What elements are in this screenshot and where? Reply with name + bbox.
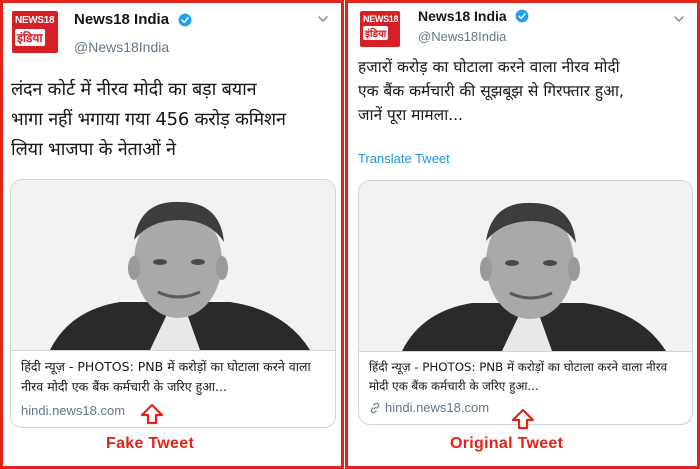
link-icon — [370, 402, 380, 413]
original-tweet-caption: Original Tweet — [450, 435, 564, 452]
translate-tweet-link[interactable]: Translate Tweet — [358, 151, 450, 166]
tweet-text: हजारों करोड़ का घोटाला करने वाला नीरव मो… — [358, 58, 624, 124]
card-image — [359, 181, 692, 351]
link-preview-card[interactable]: हिंदी न्यूज़ - PHOTOS: PNB में करोड़ों क… — [358, 180, 693, 425]
author-block: News18 India @News18India — [418, 7, 529, 44]
card-domain-text: hindi.news18.com — [21, 403, 126, 418]
card-body: हिंदी न्यूज़ - PHOTOS: PNB में करोड़ों क… — [11, 350, 335, 427]
chevron-down-icon[interactable] — [673, 13, 685, 25]
news18-india-avatar[interactable]: NEWS18 इंडिया — [360, 11, 400, 47]
author-handle[interactable]: @News18India — [74, 39, 192, 55]
author-block: News18 India @News18India — [74, 11, 192, 55]
card-image — [11, 180, 335, 350]
up-arrow-icon — [511, 408, 535, 430]
logo-text-line2: इंडिया — [363, 26, 389, 40]
author-name[interactable]: News18 India — [74, 11, 169, 28]
tweet-header: NEWS18 इंडिया News18 India @News18India — [12, 9, 331, 57]
link-preview-card[interactable]: हिंदी न्यूज़ - PHOTOS: PNB में करोड़ों क… — [10, 179, 336, 428]
card-domain-text: hindi.news18.com — [385, 400, 490, 415]
card-title: हिंदी न्यूज़ - PHOTOS: PNB में करोड़ों क… — [21, 359, 311, 394]
original-tweet-panel: NEWS18 इंडिया News18 India @News18India … — [345, 0, 700, 469]
author-handle[interactable]: @News18India — [418, 29, 529, 44]
logo-text-line1: NEWS18 — [363, 14, 399, 24]
author-name[interactable]: News18 India — [418, 8, 507, 24]
tweet-header: NEWS18 इंडिया News18 India @News18India — [360, 7, 687, 57]
verified-badge-icon — [178, 13, 191, 27]
card-domain: hindi.news18.com — [21, 403, 325, 418]
tweet-text: लंदन कोर्ट में नीरव मोदी का बड़ा बयान भा… — [11, 79, 286, 160]
fake-tweet-caption: Fake Tweet — [106, 435, 195, 452]
chevron-down-icon[interactable] — [317, 13, 329, 25]
logo-text-line1: NEWS18 — [15, 15, 55, 26]
logo-text-line2: इंडिया — [15, 29, 45, 46]
news18-india-avatar[interactable]: NEWS18 इंडिया — [12, 11, 58, 53]
up-arrow-icon — [140, 403, 164, 425]
card-title: हिंदी न्यूज़ - PHOTOS: PNB में करोड़ों क… — [369, 360, 668, 393]
fake-tweet-panel: NEWS18 इंडिया News18 India @News18India … — [0, 0, 344, 469]
verified-badge-icon — [515, 9, 529, 23]
